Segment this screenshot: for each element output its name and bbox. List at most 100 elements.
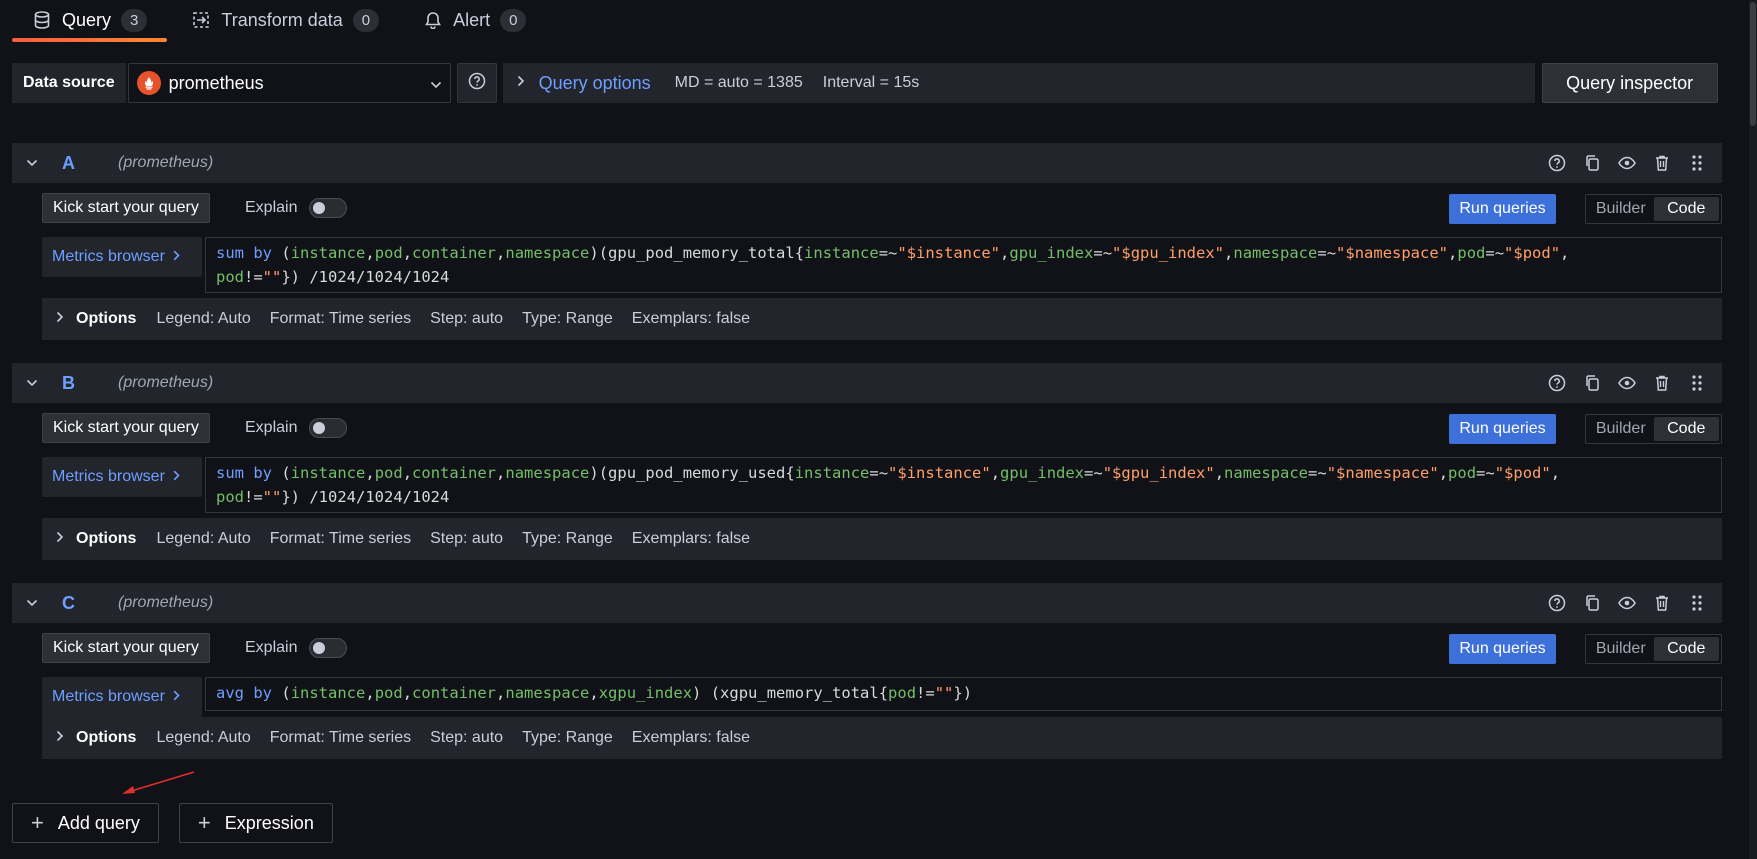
explain-switch[interactable] [309,638,348,658]
explain-toggle[interactable]: Explain [245,633,348,663]
query-options-row[interactable]: Options Legend: Auto Format: Time series… [42,518,1722,560]
explain-toggle[interactable]: Explain [245,193,348,223]
query-options-row[interactable]: Options Legend: Auto Format: Time series… [42,717,1722,759]
trash-icon[interactable] [1644,148,1679,178]
duplicate-icon[interactable] [1574,368,1609,398]
transform-icon [191,10,211,30]
datasource-help-button[interactable] [456,63,497,103]
trash-icon[interactable] [1644,588,1679,618]
tab-query[interactable]: Query 3 [12,0,168,42]
query-ref-id[interactable]: A [52,153,118,174]
explain-toggle[interactable]: Explain [245,413,348,443]
option-format: Format: Time series [269,310,412,327]
query-options-row[interactable]: Options Legend: Auto Format: Time series… [42,298,1722,340]
eye-icon[interactable] [1609,148,1644,178]
add-expression-button[interactable]: + Expression [178,803,333,843]
kick-start-button[interactable]: Kick start your query [42,633,210,663]
collapse-chevron-icon[interactable] [12,379,52,387]
query-row: C (prometheus) Kick start your query Exp… [12,583,1722,771]
query-row: A (prometheus) Kick start your query Exp… [12,143,1722,363]
duplicate-icon[interactable] [1574,148,1609,178]
query-code-editor[interactable]: sum by (instance,pod,container,namespace… [205,457,1722,513]
chevron-right-icon [56,729,64,747]
option-exemplars: Exemplars: false [631,310,751,327]
query-options-title: Query options [538,72,651,93]
tab-query-label: Query [62,9,112,30]
trash-icon[interactable] [1644,368,1679,398]
query-header: A (prometheus) [12,143,1722,183]
metrics-browser-button[interactable]: Metrics browser [42,677,202,717]
tab-alert[interactable]: Alert 0 [403,0,546,40]
run-queries-button[interactable]: Run queries [1449,194,1556,224]
chevron-right-icon [517,74,525,92]
add-query-row: + Add query + Expression [12,803,353,843]
run-queries-button[interactable]: Run queries [1449,634,1556,664]
builder-mode-button[interactable]: Builder [1588,637,1654,661]
kick-start-button[interactable]: Kick start your query [42,413,210,443]
tab-alert-label: Alert [453,9,491,30]
chevron-right-icon [56,530,64,548]
query-datasource-name: (prometheus) [118,594,214,611]
kick-start-button[interactable]: Kick start your query [42,193,210,223]
plus-icon: + [197,810,211,835]
query-code-editor[interactable]: avg by (instance,pod,container,namespace… [205,677,1722,711]
prometheus-logo-icon [136,71,161,95]
query-ref-id[interactable]: B [52,373,118,394]
query-options-bar[interactable]: Query options MD = auto = 1385 Interval … [502,63,1535,103]
help-icon[interactable] [1539,148,1574,178]
builder-mode-button[interactable]: Builder [1588,197,1654,221]
explain-label: Explain [245,639,298,656]
datasource-row: Data source prometheus Query options MD … [12,63,1718,103]
explain-switch[interactable] [309,418,348,438]
option-format: Format: Time series [269,729,412,746]
option-type: Type: Range [522,729,613,746]
eye-icon[interactable] [1609,368,1644,398]
option-legend: Legend: Auto [156,530,251,547]
vertical-scrollbar[interactable] [1749,0,1757,859]
query-body: Kick start your query Explain Run querie… [12,183,1722,363]
drag-handle-icon[interactable] [1679,148,1714,178]
duplicate-icon[interactable] [1574,588,1609,618]
datasource-value: prometheus [168,72,264,93]
help-icon[interactable] [1539,368,1574,398]
drag-handle-icon[interactable] [1679,368,1714,398]
option-step: Step: auto [430,310,504,327]
query-header: B (prometheus) [12,363,1722,403]
bell-icon [423,10,443,30]
query-code-editor[interactable]: sum by (instance,pod,container,namespace… [205,237,1722,293]
chevron-right-icon [173,688,180,706]
option-exemplars: Exemplars: false [631,530,751,547]
editor-mode-toggle: Builder Code [1585,414,1722,444]
tab-transform-data[interactable]: Transform data 0 [171,0,399,40]
collapse-chevron-icon[interactable] [12,599,52,607]
option-step: Step: auto [430,530,504,547]
scrollbar-thumb[interactable] [1750,2,1756,126]
query-inspector-button[interactable]: Query inspector [1541,63,1718,103]
metrics-browser-label: Metrics browser [52,468,165,485]
option-format: Format: Time series [269,530,412,547]
tab-alert-count: 0 [500,8,527,32]
add-query-button[interactable]: + Add query [12,803,159,843]
option-exemplars: Exemplars: false [631,729,751,746]
editor-mode-toggle: Builder Code [1585,194,1722,224]
code-mode-button[interactable]: Code [1653,637,1719,661]
metrics-browser-button[interactable]: Metrics browser [42,457,202,497]
code-mode-button[interactable]: Code [1653,417,1719,441]
tab-transform-label: Transform data [221,9,343,30]
option-type: Type: Range [522,530,613,547]
metrics-browser-label: Metrics browser [52,688,165,705]
collapse-chevron-icon[interactable] [12,159,52,167]
code-mode-button[interactable]: Code [1653,197,1719,221]
query-row: B (prometheus) Kick start your query Exp… [12,363,1722,583]
eye-icon[interactable] [1609,588,1644,618]
metrics-browser-button[interactable]: Metrics browser [42,237,202,277]
help-icon[interactable] [1539,588,1574,618]
query-ref-id[interactable]: C [52,593,118,614]
datasource-picker[interactable]: prometheus [127,63,451,103]
explain-switch[interactable] [309,198,348,218]
builder-mode-button[interactable]: Builder [1588,417,1654,441]
drag-handle-icon[interactable] [1679,588,1714,618]
run-queries-button[interactable]: Run queries [1449,414,1556,444]
option-type: Type: Range [522,310,613,327]
query-actions [1539,588,1714,618]
